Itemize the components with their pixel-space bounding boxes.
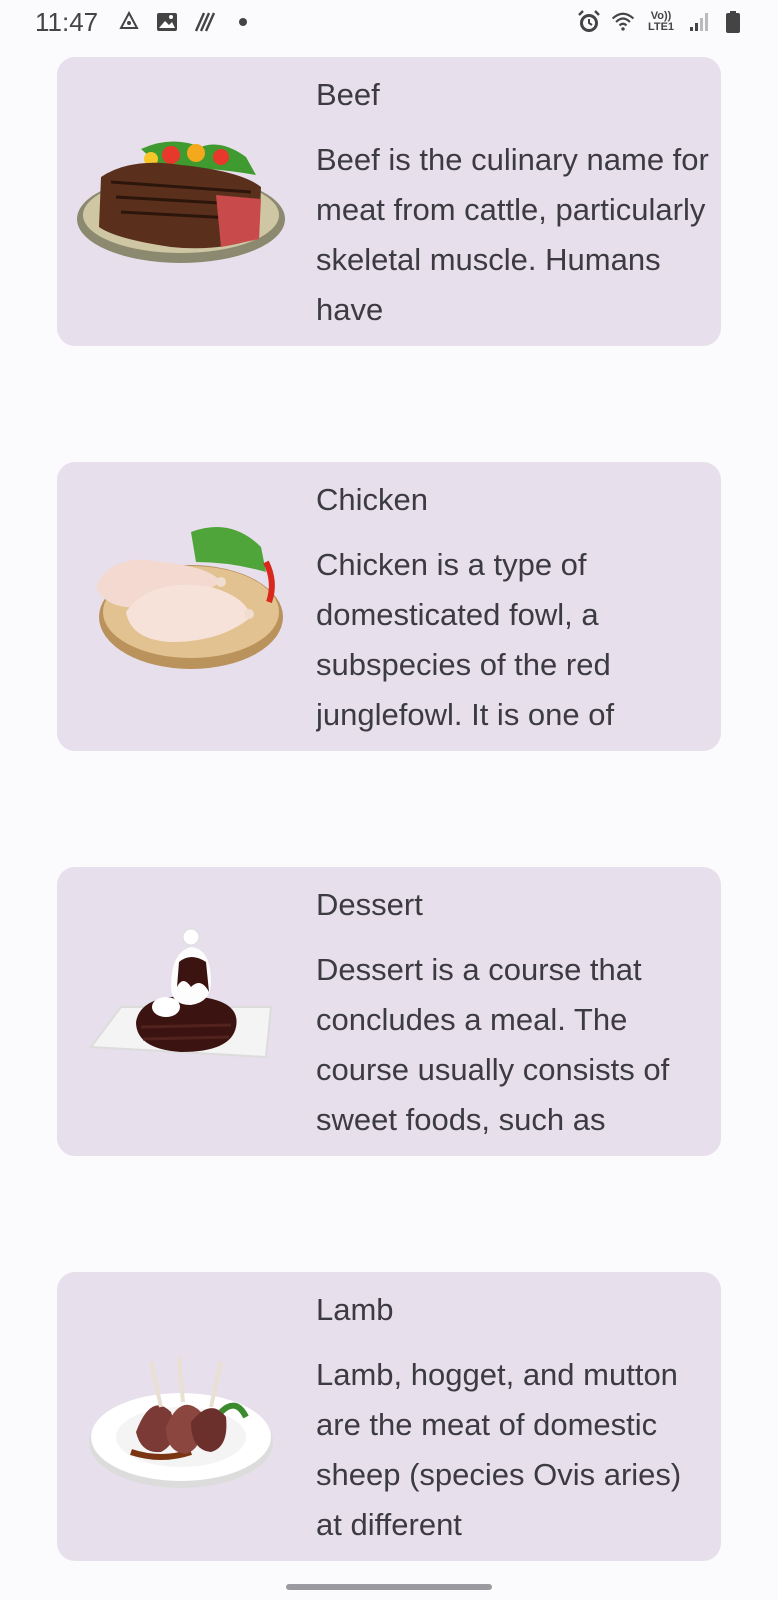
beef-steak-image	[77, 141, 285, 263]
status-bar: 11:47 Vo)) LTE1	[0, 0, 778, 48]
card-description: Lamb, hogget, and mutton are the meat of…	[316, 1357, 682, 1542]
alarm-icon	[576, 9, 602, 35]
card-description: Chicken is a type of domesticated fowl, …	[316, 547, 615, 732]
lamb-chops-image	[89, 1356, 273, 1488]
food-card-lamb[interactable]: Lamb Lamb, hogget, and mutton are the me…	[57, 1272, 721, 1561]
card-title: Beef	[316, 77, 380, 112]
battery-icon	[720, 9, 746, 35]
no-sim-icon	[192, 9, 218, 35]
card-title: Chicken	[316, 482, 428, 517]
lte-label: LTE1	[647, 21, 675, 33]
wifi-icon	[610, 9, 636, 35]
dot-icon	[230, 9, 256, 35]
home-indicator[interactable]	[286, 1584, 492, 1590]
card-title: Lamb	[316, 1292, 394, 1327]
card-title: Dessert	[316, 887, 423, 922]
card-description: Beef is the culinary name for meat from …	[316, 142, 709, 327]
food-card-beef[interactable]: Beef Beef is the culinary name for meat …	[57, 57, 721, 346]
volte-icon: Vo)) LTE1	[644, 9, 678, 35]
chocolate-dessert-image	[89, 928, 273, 1059]
signal-icon	[686, 9, 712, 35]
status-time: 11:47	[35, 7, 99, 37]
card-description: Dessert is a course that concludes a mea…	[316, 952, 670, 1137]
chicken-legs-image	[96, 527, 283, 669]
gallery-icon	[154, 9, 180, 35]
recycle-icon	[116, 9, 142, 35]
food-card-chicken[interactable]: Chicken Chicken is a type of domesticate…	[57, 462, 721, 751]
food-card-dessert[interactable]: Dessert Dessert is a course that conclud…	[57, 867, 721, 1156]
